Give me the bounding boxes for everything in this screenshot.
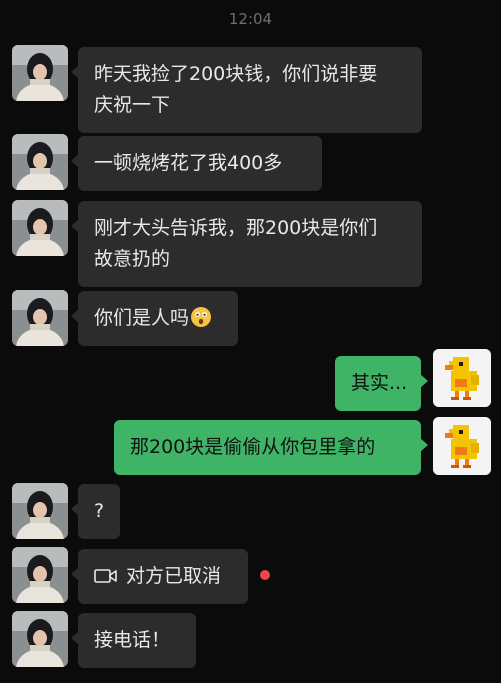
message-text: 一顿烧烤花了我400多	[94, 152, 283, 174]
incoming-message[interactable]: 接电话！	[71, 613, 196, 668]
message-text: 你们是人吗	[94, 307, 190, 329]
message-text: 刚才大头告诉我，那200块是你们	[94, 217, 378, 239]
outgoing-message[interactable]: 那200块是偷偷从你包里拿的	[114, 420, 428, 475]
incoming-message[interactable]: 昨天我捡了200块钱，你们说非要 庆祝一下	[71, 47, 422, 133]
incoming-message[interactable]: 你们是人吗	[71, 291, 238, 346]
contact-avatar[interactable]	[12, 45, 68, 101]
message-text: 接电话！	[94, 629, 171, 651]
contact-avatar[interactable]	[12, 547, 68, 603]
incoming-message[interactable]: 刚才大头告诉我，那200块是你们 故意扔的	[71, 201, 422, 287]
outgoing-message[interactable]: 其实...	[335, 356, 428, 411]
video-call-icon	[94, 564, 118, 583]
message-text: 对方已取消	[126, 565, 222, 587]
message-text: 昨天我捡了200块钱，你们说非要	[94, 63, 378, 85]
my-avatar[interactable]	[433, 349, 491, 407]
contact-avatar[interactable]	[12, 483, 68, 539]
message-text: 那200块是偷偷从你包里拿的	[130, 436, 376, 458]
duck-icon	[433, 417, 491, 475]
message-text: ?	[94, 500, 105, 522]
astonished-face-emoji	[190, 306, 212, 328]
my-avatar[interactable]	[433, 417, 491, 475]
contact-avatar[interactable]	[12, 611, 68, 667]
message-text: 故意扔的	[94, 248, 171, 270]
contact-avatar[interactable]	[12, 290, 68, 346]
contact-avatar[interactable]	[12, 200, 68, 256]
duck-icon	[433, 349, 491, 407]
video-call-cancelled-message[interactable]: 对方已取消	[71, 549, 248, 604]
message-text: 其实...	[351, 372, 408, 394]
message-timestamp: 12:04	[228, 10, 273, 28]
unread-dot	[260, 570, 270, 580]
message-text: 庆祝一下	[94, 94, 171, 116]
contact-avatar[interactable]	[12, 134, 68, 190]
incoming-message[interactable]: ?	[71, 484, 120, 539]
incoming-message[interactable]: 一顿烧烤花了我400多	[71, 136, 322, 191]
